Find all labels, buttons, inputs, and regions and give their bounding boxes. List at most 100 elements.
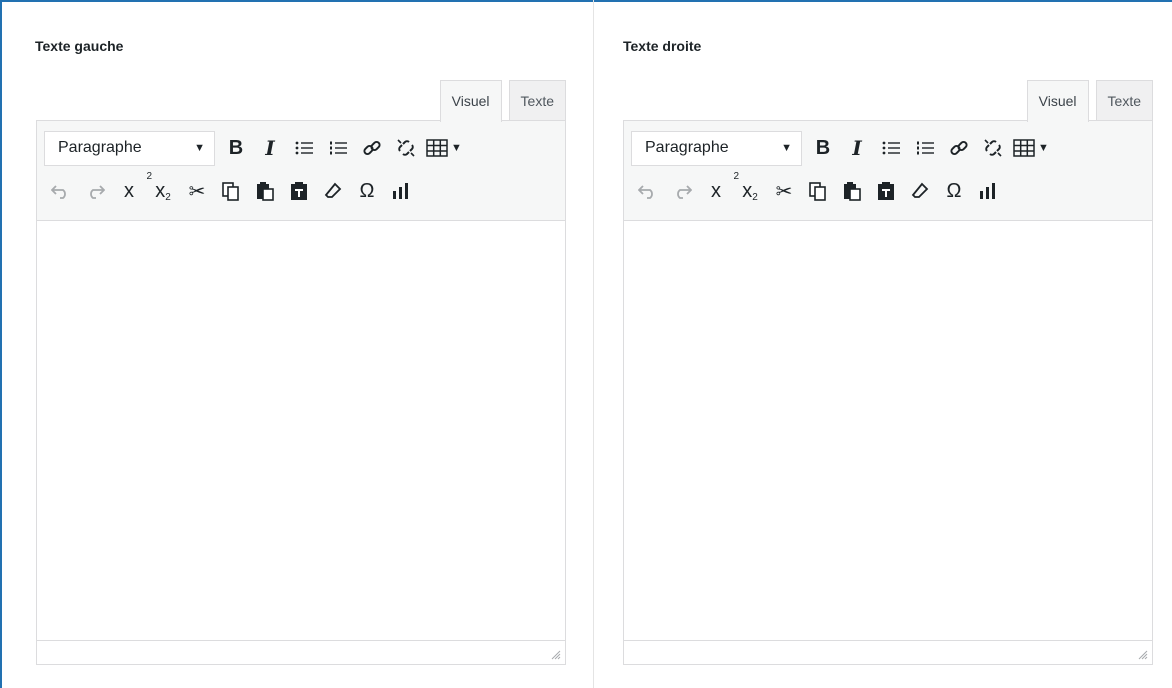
paste-as-text-button[interactable]	[869, 174, 903, 208]
superscript-mark: 2	[146, 171, 152, 182]
clear-formatting-button[interactable]	[903, 174, 937, 208]
chevron-down-icon: ▼	[781, 142, 792, 154]
copy-button[interactable]	[801, 174, 835, 208]
subscript-mark: 2	[752, 191, 758, 203]
editor-left: Visuel Texte Paragraphe ▼ B I ▼ x 2 x 2 …	[36, 80, 566, 666]
paste-button[interactable]	[835, 174, 869, 208]
paste-text-icon	[878, 182, 894, 200]
chart-button[interactable]	[971, 174, 1005, 208]
redo-button[interactable]	[78, 174, 112, 208]
paste-as-text-button[interactable]	[282, 174, 316, 208]
bullet-list-icon	[295, 141, 313, 155]
editor-right: Visuel Texte Paragraphe ▼ B I ▼ x 2 x 2 …	[623, 80, 1153, 666]
editor-statusbar	[624, 640, 1152, 664]
scissors-icon: ✂	[775, 180, 793, 203]
table-button[interactable]: ▼	[1010, 131, 1052, 165]
superscript-button[interactable]: x2	[112, 171, 152, 208]
redo-button[interactable]	[665, 174, 699, 208]
tab-text[interactable]: Texte	[508, 80, 566, 121]
format-select[interactable]: Paragraphe ▼	[631, 130, 802, 166]
editor-tabs: Visuel Texte	[433, 80, 566, 122]
paste-icon	[844, 182, 861, 201]
superscript-button[interactable]: x2	[699, 171, 739, 208]
editor-tabs: Visuel Texte	[1020, 80, 1153, 122]
chevron-down-icon: ▼	[194, 142, 205, 154]
table-button[interactable]: ▼	[423, 131, 465, 165]
editor-statusbar	[37, 640, 565, 664]
bar-chart-icon	[393, 183, 408, 199]
unlink-button[interactable]	[389, 131, 423, 165]
subscript-icon: x	[155, 179, 166, 202]
format-select-value: Paragraphe	[58, 139, 142, 156]
undo-icon	[638, 185, 653, 199]
unlink-icon	[397, 139, 415, 157]
superscript-mark: 2	[733, 171, 739, 182]
eraser-icon	[911, 182, 929, 198]
special-character-button[interactable]: Ω	[350, 174, 384, 208]
special-character-button[interactable]: Ω	[937, 174, 971, 208]
paste-button[interactable]	[248, 174, 282, 208]
chart-button[interactable]	[384, 174, 418, 208]
italic-icon: I	[852, 136, 862, 160]
undo-button[interactable]	[631, 174, 665, 208]
subscript-icon: x	[742, 179, 753, 202]
bold-button[interactable]: B	[806, 131, 840, 165]
toolbar-row-1: Paragraphe ▼ B I ▼	[631, 130, 1052, 166]
editor-box: Paragraphe ▼ B I ▼ x 2 x 2 ✂ Ω	[36, 120, 566, 665]
undo-button[interactable]	[44, 174, 78, 208]
cut-button[interactable]: ✂	[767, 174, 801, 208]
numbered-list-icon	[917, 141, 934, 155]
editor-content[interactable]	[624, 222, 1152, 641]
bold-button[interactable]: B	[219, 131, 253, 165]
link-button[interactable]	[355, 131, 389, 165]
tab-visual[interactable]: Visuel	[1026, 80, 1089, 122]
cut-button[interactable]: ✂	[180, 174, 214, 208]
clear-formatting-button[interactable]	[316, 174, 350, 208]
right-column: Texte droite Visuel Texte Paragraphe ▼ B…	[595, 0, 1172, 688]
toolbar-row-2: x2 x2 ✂ Ω	[44, 171, 418, 209]
superscript-icon: x	[711, 179, 721, 202]
redo-icon	[90, 185, 105, 199]
editor-box: Paragraphe ▼ B I ▼ x 2 x 2 ✂ Ω	[623, 120, 1153, 665]
copy-button[interactable]	[214, 174, 248, 208]
numbered-list-icon	[330, 141, 347, 155]
table-icon	[1013, 139, 1035, 157]
omega-icon: Ω	[946, 179, 962, 202]
format-select[interactable]: Paragraphe ▼	[44, 130, 215, 166]
copy-icon	[222, 182, 239, 201]
scissors-icon: ✂	[188, 180, 206, 203]
numbered-list-button[interactable]	[908, 131, 942, 165]
field-label-right: Texte droite	[623, 38, 702, 54]
bullet-list-icon	[882, 141, 900, 155]
unlink-button[interactable]	[976, 131, 1010, 165]
resize-handle-icon[interactable]	[1136, 648, 1148, 660]
bullet-list-button[interactable]	[874, 131, 908, 165]
tab-text[interactable]: Texte	[1095, 80, 1153, 121]
copy-icon	[809, 182, 826, 201]
link-icon	[950, 140, 968, 156]
link-icon	[363, 140, 381, 156]
toolbar-row-2: x2 x2 ✂ Ω	[631, 171, 1005, 209]
editor-toolbar: Paragraphe ▼ B I ▼ x 2 x 2 ✂ Ω	[624, 121, 1152, 221]
paste-text-icon	[291, 182, 307, 200]
editor-toolbar: Paragraphe ▼ B I ▼ x 2 x 2 ✂ Ω	[37, 121, 565, 221]
italic-button[interactable]: I	[253, 131, 287, 165]
subscript-mark: 2	[165, 191, 171, 203]
table-chevron-down-icon: ▼	[451, 142, 462, 154]
bullet-list-button[interactable]	[287, 131, 321, 165]
italic-button[interactable]: I	[840, 131, 874, 165]
left-column: Texte gauche Visuel Texte Paragraphe ▼ B…	[2, 0, 594, 688]
omega-icon: Ω	[359, 179, 375, 202]
resize-handle-icon[interactable]	[549, 648, 561, 660]
link-button[interactable]	[942, 131, 976, 165]
table-chevron-down-icon: ▼	[1038, 142, 1049, 154]
editor-content[interactable]	[37, 222, 565, 641]
bold-icon: B	[228, 136, 244, 159]
superscript-icon: x	[124, 179, 134, 202]
bar-chart-icon	[980, 183, 995, 199]
numbered-list-button[interactable]	[321, 131, 355, 165]
paste-icon	[257, 182, 274, 201]
redo-icon	[677, 185, 692, 199]
tab-visual[interactable]: Visuel	[439, 80, 502, 122]
eraser-icon	[324, 182, 342, 198]
